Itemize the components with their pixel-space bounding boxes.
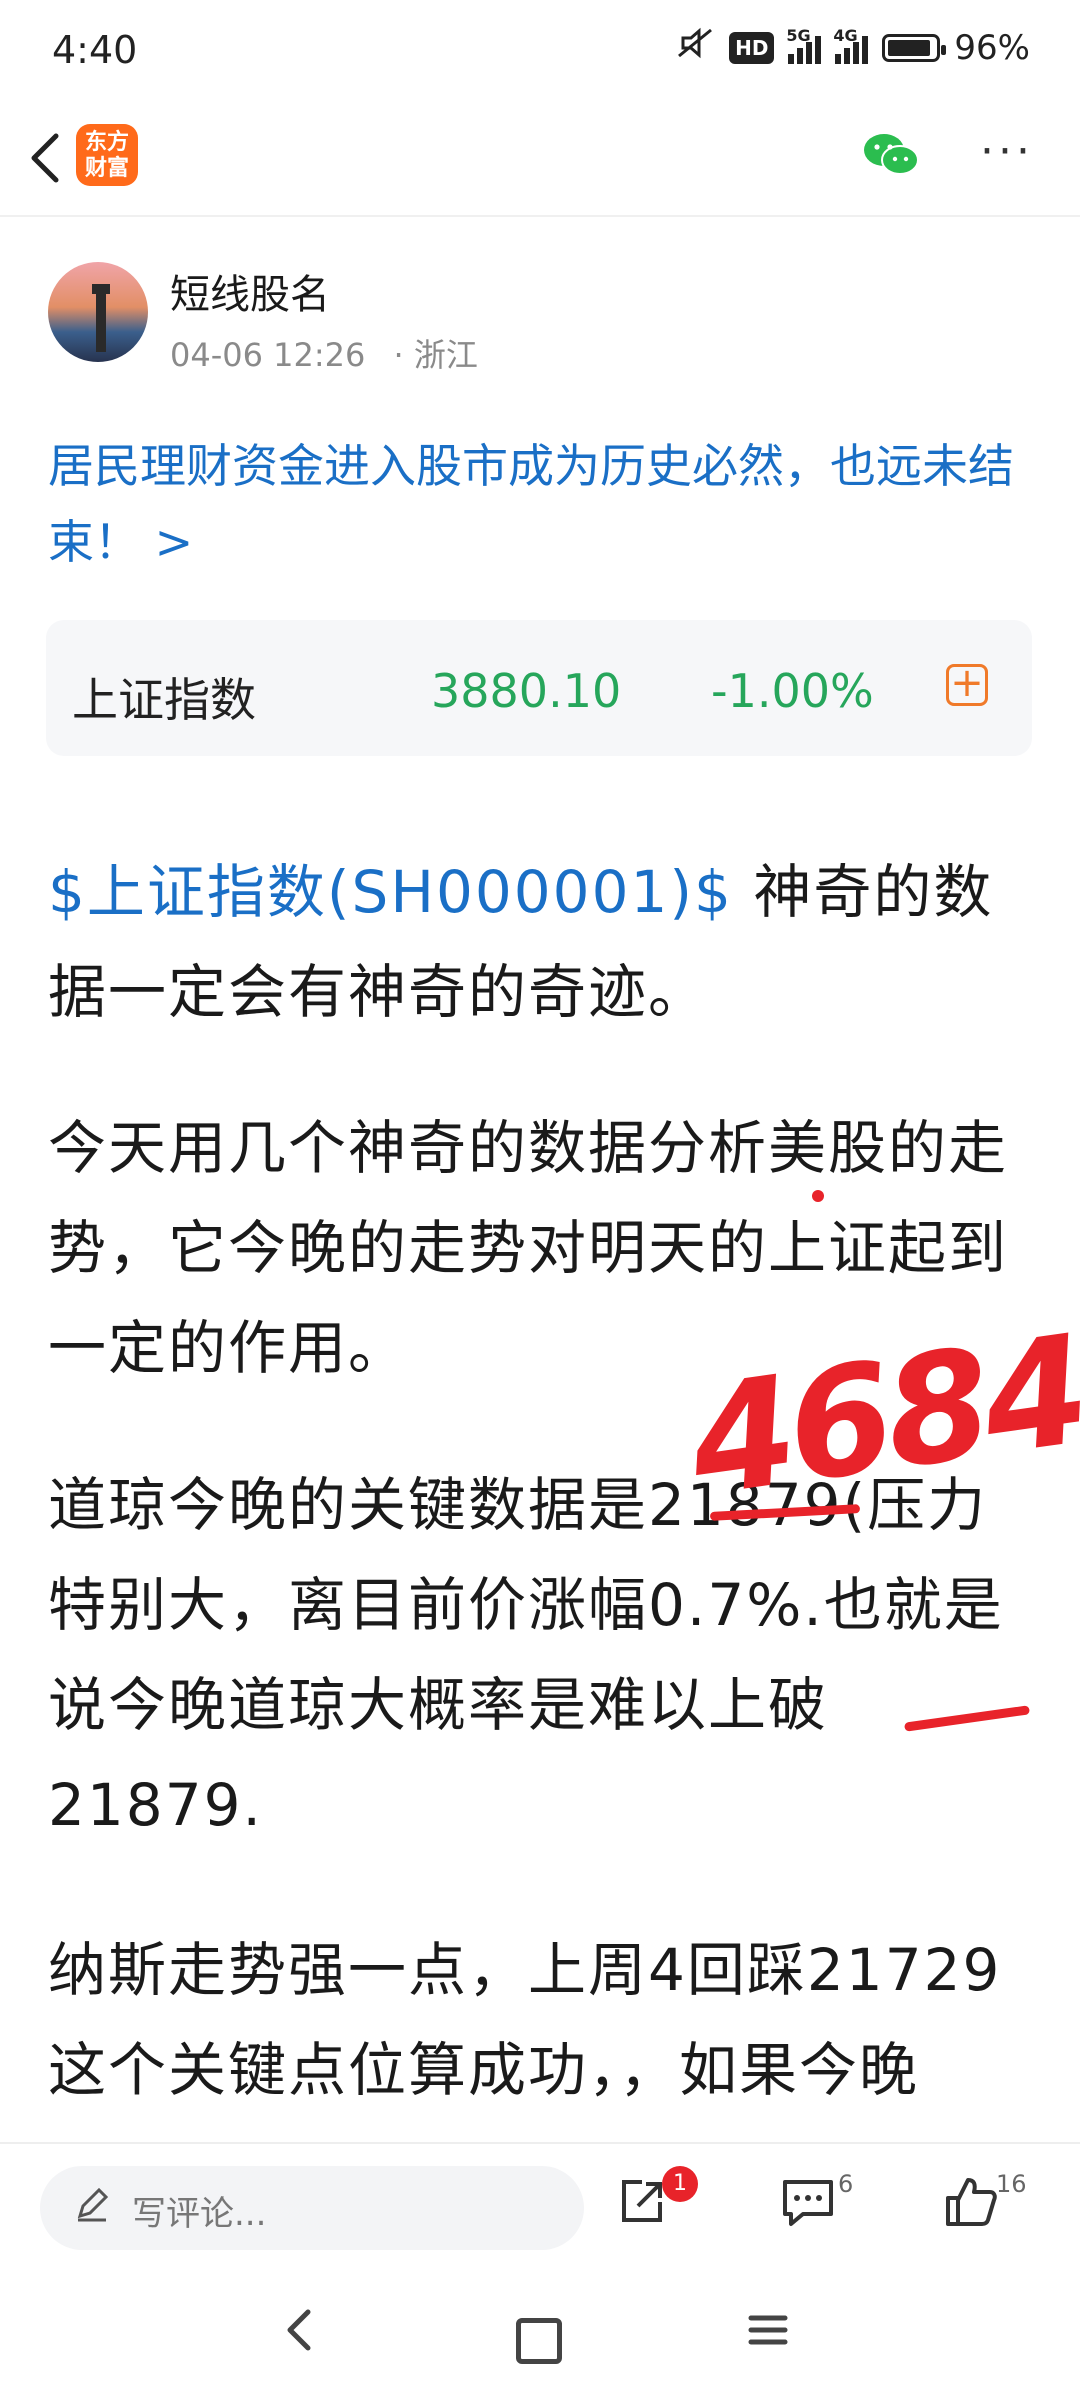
paragraph-3: 道琼今晚的关键数据是21879(压力特别大，离目前价涨幅0.7%.也就是说今晚道… <box>48 1471 1004 1839</box>
like-icon[interactable] <box>940 2174 1000 2234</box>
red-dot-mark <box>812 1190 824 1202</box>
nav-menu-icon[interactable] <box>728 2302 808 2372</box>
stock-price: 3880.10 <box>431 664 622 718</box>
like-count: 16 <box>996 2170 1027 2198</box>
status-bar: 4:40 HD 5G 4G 96% <box>0 0 1080 100</box>
add-watchlist-icon[interactable]: + <box>946 663 988 706</box>
battery-icon <box>882 33 947 62</box>
app-header: 东方财富 ··· <box>0 100 1080 217</box>
hd-icon: HD <box>729 31 775 64</box>
stock-card[interactable]: 上证指数 3880.10 -1.00% + <box>46 620 1032 756</box>
nav-home-icon[interactable] <box>516 2318 562 2364</box>
paragraph-1: $上证指数(SH000001)$ 神奇的数据一定会有神奇的奇迹。 <box>48 842 1038 1042</box>
comment-placeholder: 写评论... <box>132 2194 267 2234</box>
pencil-icon <box>74 2186 110 2231</box>
paragraph-4: 纳斯走势强一点，上周4回踩21729这个关键点位算成功，，如果今晚 <box>48 1936 1002 2104</box>
stock-link[interactable]: $上证指数(SH000001)$ <box>48 858 733 926</box>
stock-change: -1.00% <box>711 664 874 718</box>
mute-icon <box>675 26 715 69</box>
wechat-share-icon[interactable] <box>862 130 922 180</box>
status-icons: HD 5G 4G 96% <box>675 26 1030 69</box>
battery-percent: 96% <box>954 27 1030 68</box>
post-location: · 浙江 <box>393 336 478 374</box>
back-icon[interactable] <box>22 128 82 188</box>
nav-back-icon[interactable] <box>258 2302 338 2372</box>
clock: 4:40 <box>52 28 138 72</box>
comment-input[interactable]: 写评论... <box>40 2166 584 2250</box>
signal-5g-icon: 5G <box>786 26 822 64</box>
post-datetime: 04-06 12:26 <box>170 336 366 374</box>
comment-icon[interactable] <box>778 2174 838 2234</box>
app-logo[interactable]: 东方财富 <box>76 124 138 186</box>
author-name[interactable]: 短线股名 <box>170 262 330 320</box>
avatar[interactable] <box>48 262 148 362</box>
bottom-action-bar: 写评论... 1 6 16 <box>0 2142 1080 2274</box>
comment-count: 6 <box>838 2170 854 2198</box>
post-meta: 04-06 12:26 · 浙江 <box>170 330 478 376</box>
system-nav-bar <box>0 2272 1080 2400</box>
stock-name: 上证指数 <box>72 673 256 727</box>
post-title[interactable]: 居民理财资金进入股市成为历史必然，也远未结束！ > <box>48 428 1038 580</box>
share-badge: 1 <box>662 2166 698 2202</box>
more-options-icon[interactable]: ··· <box>980 130 1034 174</box>
signal-4g-icon: 4G <box>833 26 869 64</box>
